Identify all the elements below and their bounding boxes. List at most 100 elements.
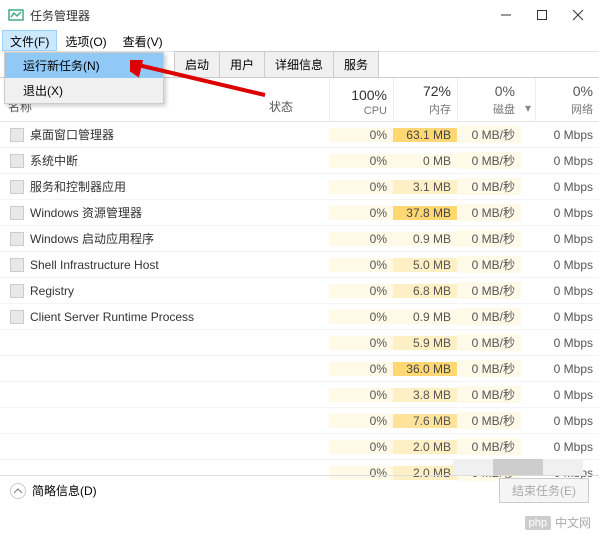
process-icon bbox=[10, 232, 24, 246]
scrollbar-thumb[interactable] bbox=[493, 459, 543, 475]
chevron-down-icon[interactable]: ▾ bbox=[521, 78, 535, 121]
memory-value: 7.6 MB bbox=[393, 414, 457, 428]
column-status-label: 状态 bbox=[269, 98, 293, 115]
table-row[interactable]: 0%7.6 MB0 MB/秒0 Mbps bbox=[0, 408, 599, 434]
network-label: 网络 bbox=[571, 101, 593, 117]
memory-value: 5.9 MB bbox=[393, 336, 457, 350]
column-header-cpu[interactable]: 100% CPU bbox=[329, 78, 393, 121]
watermark: php 中文网 bbox=[525, 514, 591, 532]
memory-value: 37.8 MB bbox=[393, 206, 457, 220]
table-row[interactable]: Windows 启动应用程序0%0.9 MB0 MB/秒0 Mbps bbox=[0, 226, 599, 252]
cpu-value: 0% bbox=[329, 310, 393, 324]
network-value: 0 Mbps bbox=[535, 180, 599, 194]
task-manager-icon bbox=[8, 7, 24, 23]
column-header-disk[interactable]: 0% 磁盘 bbox=[457, 78, 521, 121]
tab-services[interactable]: 服务 bbox=[333, 51, 379, 77]
column-header-status[interactable]: 状态 bbox=[269, 78, 329, 121]
watermark-brand: php bbox=[525, 516, 551, 530]
minimize-button[interactable] bbox=[497, 6, 515, 24]
window-title: 任务管理器 bbox=[30, 7, 497, 24]
cpu-value: 0% bbox=[329, 258, 393, 272]
memory-value: 36.0 MB bbox=[393, 362, 457, 376]
cpu-value: 0% bbox=[329, 362, 393, 376]
network-percent: 0% bbox=[573, 83, 593, 99]
memory-value: 3.8 MB bbox=[393, 388, 457, 402]
cpu-value: 0% bbox=[329, 232, 393, 246]
cpu-value: 0% bbox=[329, 128, 393, 142]
network-value: 0 Mbps bbox=[535, 336, 599, 350]
process-name: 桌面窗口管理器 bbox=[30, 126, 269, 143]
process-icon bbox=[10, 128, 24, 142]
process-list: 桌面窗口管理器0%63.1 MB0 MB/秒0 Mbps系统中断0%0 MB0 … bbox=[0, 122, 599, 482]
table-row[interactable]: 系统中断0%0 MB0 MB/秒0 Mbps bbox=[0, 148, 599, 174]
table-row[interactable]: 0%36.0 MB0 MB/秒 0 Mbps bbox=[0, 356, 599, 382]
table-row[interactable]: Shell Infrastructure Host0%5.0 MB0 MB/秒0… bbox=[0, 252, 599, 278]
annotation-arrow bbox=[130, 60, 270, 100]
disk-value: 0 MB/秒 bbox=[457, 152, 521, 169]
process-name: Shell Infrastructure Host bbox=[30, 258, 269, 272]
network-value: 0 Mbps bbox=[535, 284, 599, 298]
process-name: Windows 资源管理器 bbox=[30, 204, 269, 221]
horizontal-scrollbar[interactable] bbox=[453, 459, 583, 475]
tab-details[interactable]: 详细信息 bbox=[264, 51, 334, 77]
network-value: 0 Mbps bbox=[535, 232, 599, 246]
close-button[interactable] bbox=[569, 6, 587, 24]
titlebar: 任务管理器 bbox=[0, 0, 599, 30]
disk-value: 0 MB/秒 bbox=[457, 282, 521, 299]
cpu-label: CPU bbox=[364, 105, 387, 117]
table-row[interactable]: 0%3.8 MB0 MB/秒0 Mbps bbox=[0, 382, 599, 408]
end-task-button[interactable]: 结束任务(E) bbox=[499, 478, 589, 503]
network-value: 0 Mbps bbox=[535, 362, 599, 376]
process-icon bbox=[10, 206, 24, 220]
process-name: 服务和控制器应用 bbox=[30, 178, 269, 195]
network-value: 0 Mbps bbox=[535, 128, 599, 142]
network-value: 0 Mbps bbox=[535, 154, 599, 168]
window-controls bbox=[497, 6, 591, 24]
memory-value: 63.1 MB bbox=[393, 128, 457, 142]
cpu-value: 0% bbox=[329, 284, 393, 298]
menubar: 文件(F) 选项(O) 查看(V) bbox=[0, 30, 599, 52]
menu-options[interactable]: 选项(O) bbox=[57, 30, 114, 51]
maximize-button[interactable] bbox=[533, 6, 551, 24]
cpu-value: 0% bbox=[329, 336, 393, 350]
network-value: 0 Mbps bbox=[535, 206, 599, 220]
cpu-value: 0% bbox=[329, 414, 393, 428]
process-name: Registry bbox=[30, 284, 269, 298]
memory-label: 内存 bbox=[429, 101, 451, 117]
memory-value: 0.9 MB bbox=[393, 310, 457, 324]
statusbar: 简略信息(D) 结束任务(E) bbox=[0, 475, 599, 505]
fewer-details-icon[interactable] bbox=[10, 483, 26, 499]
cpu-value: 0% bbox=[329, 154, 393, 168]
network-value: 0 Mbps bbox=[535, 258, 599, 272]
memory-value: 6.8 MB bbox=[393, 284, 457, 298]
column-header-network[interactable]: 0% 网络 bbox=[535, 78, 599, 121]
table-row[interactable]: Registry 0%6.8 MB0 MB/秒 0 Mbps bbox=[0, 278, 599, 304]
column-header-memory[interactable]: 72% 内存 bbox=[393, 78, 457, 121]
cpu-value: 0% bbox=[329, 440, 393, 454]
table-row[interactable]: 0%5.9 MB0 MB/秒 0 Mbps bbox=[0, 330, 599, 356]
table-row[interactable]: 0%2.0 MB0 MB/秒0 Mbps bbox=[0, 434, 599, 460]
memory-value: 0 MB bbox=[393, 154, 457, 168]
menu-view[interactable]: 查看(V) bbox=[115, 30, 171, 51]
disk-value: 0 MB/秒 bbox=[457, 256, 521, 273]
disk-value: 0 MB/秒 bbox=[457, 178, 521, 195]
table-row[interactable]: 桌面窗口管理器0%63.1 MB0 MB/秒0 Mbps bbox=[0, 122, 599, 148]
menu-file[interactable]: 文件(F) bbox=[2, 30, 57, 51]
process-icon bbox=[10, 154, 24, 168]
process-name: Windows 启动应用程序 bbox=[30, 230, 269, 247]
process-icon bbox=[10, 310, 24, 324]
table-row[interactable]: Windows 资源管理器0%37.8 MB0 MB/秒0 Mbps bbox=[0, 200, 599, 226]
network-value: 0 Mbps bbox=[535, 310, 599, 324]
disk-value: 0 MB/秒 bbox=[457, 230, 521, 247]
disk-value: 0 MB/秒 bbox=[457, 334, 521, 351]
cpu-percent: 100% bbox=[351, 87, 387, 103]
process-icon bbox=[10, 258, 24, 272]
network-value: 0 Mbps bbox=[535, 388, 599, 402]
table-row[interactable]: Client Server Runtime Process0%0.9 MB0 M… bbox=[0, 304, 599, 330]
fewer-details-link[interactable]: 简略信息(D) bbox=[32, 482, 97, 499]
disk-value: 0 MB/秒 bbox=[457, 360, 521, 377]
memory-value: 2.0 MB bbox=[393, 440, 457, 454]
table-row[interactable]: 服务和控制器应用0%3.1 MB0 MB/秒0 Mbps bbox=[0, 174, 599, 200]
disk-percent: 0% bbox=[495, 83, 515, 99]
disk-label: 磁盘 bbox=[493, 101, 515, 117]
